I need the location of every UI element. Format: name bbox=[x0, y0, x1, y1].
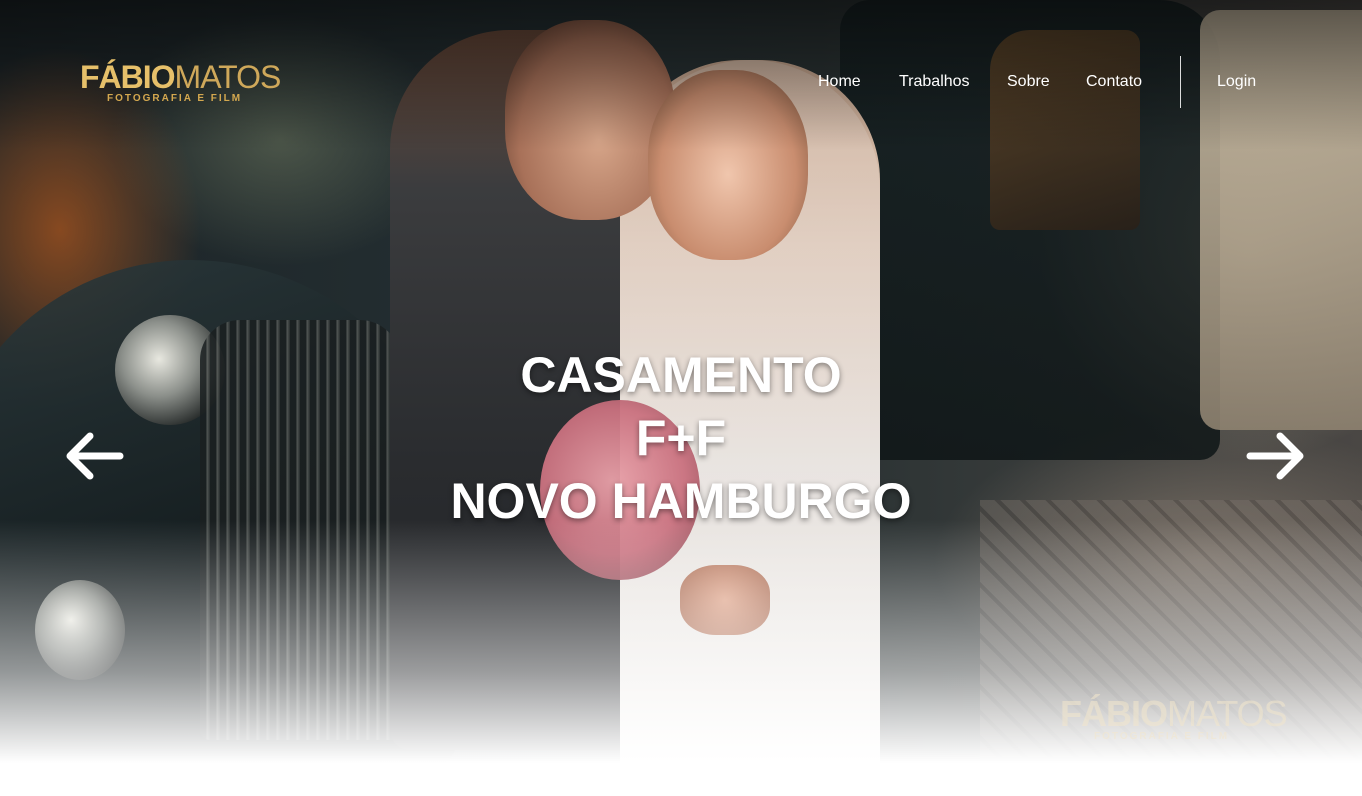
logo-tagline: FOTOGRAFIA E FILM bbox=[107, 93, 243, 104]
nav-contato-link[interactable]: Contato bbox=[1086, 73, 1142, 91]
arrow-right-icon bbox=[1246, 428, 1306, 484]
carousel-prev-button[interactable] bbox=[64, 428, 124, 484]
nav-home-link[interactable]: Home bbox=[818, 73, 861, 91]
site-logo[interactable]: FÁBIOMATOS FOTOGRAFIA E FILM bbox=[80, 59, 282, 110]
logo-wordmark: FÁBIOMATOS bbox=[80, 59, 282, 95]
logo-secondary: MATOS bbox=[174, 59, 282, 95]
slide-caption: CASAMENTO F+F NOVO HAMBURGO bbox=[381, 344, 981, 533]
watermark-tagline: FOTOGRAFIA E FILM bbox=[1094, 731, 1230, 742]
caption-line-event: CASAMENTO bbox=[520, 347, 842, 403]
caption-line-location: NOVO HAMBURGO bbox=[450, 473, 912, 529]
photo-watermark: FÁBIOMATOS FOTOGRAFIA E FILM bbox=[1060, 695, 1320, 750]
watermark-secondary: MATOS bbox=[1167, 693, 1288, 734]
nav-divider bbox=[1180, 56, 1181, 108]
login-link[interactable]: Login bbox=[1217, 73, 1256, 91]
nav-trabalhos-link[interactable]: Trabalhos bbox=[899, 73, 970, 91]
carousel-next-button[interactable] bbox=[1246, 428, 1306, 484]
arrow-left-icon bbox=[64, 428, 124, 484]
watermark-wordmark: FÁBIOMATOS bbox=[1060, 695, 1320, 733]
bottom-fade bbox=[0, 520, 1362, 796]
caption-line-couple: F+F bbox=[635, 410, 727, 466]
logo-primary: FÁBIO bbox=[80, 59, 176, 95]
nav-sobre-link[interactable]: Sobre bbox=[1007, 73, 1050, 91]
watermark-primary: FÁBIO bbox=[1060, 693, 1168, 734]
